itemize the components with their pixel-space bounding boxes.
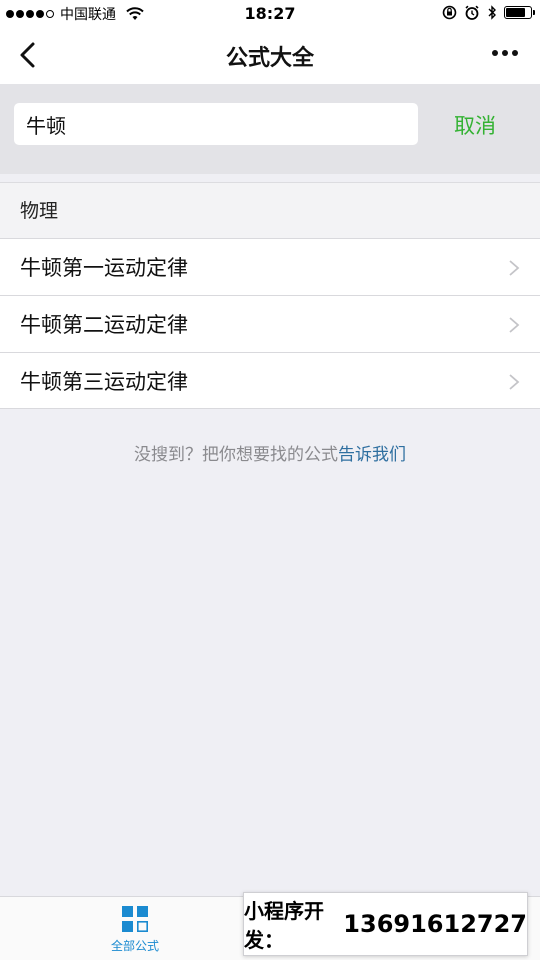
list-item[interactable]: 牛顿第二运动定律: [0, 295, 540, 352]
promo-phone: 13691612727: [343, 910, 527, 938]
bluetooth-icon: [488, 5, 496, 20]
result-list: 牛顿第一运动定律 牛顿第二运动定律 牛顿第三运动定律: [0, 238, 540, 409]
search-input[interactable]: [14, 103, 418, 145]
tab-label: 全部公式: [110, 939, 159, 953]
list-item-label: 牛顿第一运动定律: [20, 256, 188, 280]
cancel-button[interactable]: 取消: [440, 110, 510, 140]
not-found-hint: 没搜到？把你想要找的公式告诉我们: [0, 440, 540, 465]
chevron-right-icon: [509, 260, 520, 276]
status-bar: 中国联通 18:27: [0, 0, 540, 28]
orientation-lock-icon: [442, 5, 457, 20]
tab-all-formulas[interactable]: 全部公式: [90, 905, 180, 954]
battery-icon: [504, 6, 535, 19]
section-header-physics: 物理: [0, 182, 540, 238]
tell-us-link[interactable]: 告诉我们: [338, 445, 406, 465]
promo-label: 小程序开发：: [244, 899, 324, 952]
nav-bar: 公式大全: [0, 28, 540, 84]
list-item[interactable]: 牛顿第三运动定律: [0, 352, 540, 409]
list-item-label: 牛顿第三运动定律: [20, 369, 188, 394]
hint-text: 没搜到？把你想要找的公式: [134, 445, 338, 465]
chevron-right-icon: [509, 374, 520, 390]
page-title: 公式大全: [225, 46, 314, 71]
search-bar: 取消: [0, 84, 540, 174]
list-item[interactable]: 牛顿第一运动定律: [0, 238, 540, 295]
more-dots-icon[interactable]: [492, 50, 518, 56]
alarm-icon: [465, 5, 479, 20]
chevron-right-icon: [509, 317, 520, 333]
list-item-label: 牛顿第二运动定律: [20, 313, 188, 337]
status-icons: [442, 5, 535, 20]
grid-icon: [122, 906, 148, 932]
promo-banner: 小程序开发： 13691612727: [243, 892, 528, 956]
